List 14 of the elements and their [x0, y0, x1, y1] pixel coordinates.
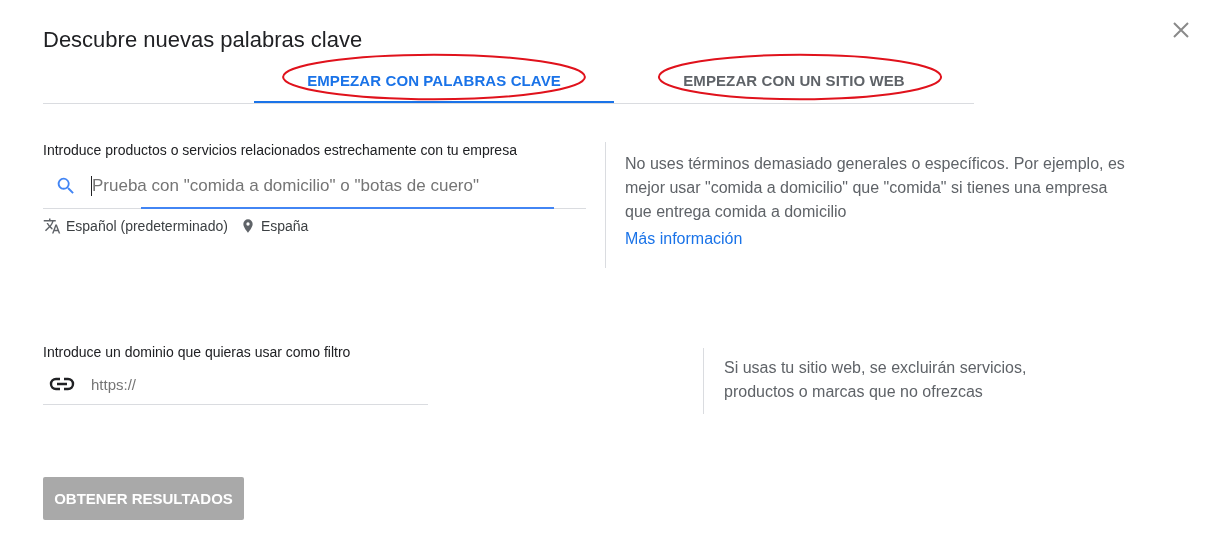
- field-label: Introduce productos o servicios relacionados estrechamente con tu empresa: [43, 142, 518, 158]
- location-label[interactable]: España: [260, 218, 309, 234]
- tab[interactable]: EMPEZAR CON UN SITIO WEB: [614, 59, 974, 103]
- hint-text: Si usas tu sitio web, se excluirán servicios, productos o marcas que no ofrezcas: [724, 358, 1028, 402]
- search-icon: [55, 175, 77, 197]
- dialog-title: Descubre nuevas palabras clave: [43, 27, 363, 53]
- close-icon[interactable]: [1172, 21, 1190, 39]
- link-icon: [49, 377, 75, 391]
- hint-text: No uses términos demasiado generales o específicos. Por ejemplo, es mejor usar "comida a domicilio" que "comida" si tienes una empresa que entrega comida a domicilio: [625, 154, 1126, 222]
- field-label: Introduce un dominio que quieras usar como filtro: [43, 344, 352, 360]
- more-info-link[interactable]: Más información: [625, 230, 743, 248]
- language-label[interactable]: Español (predeterminado): [66, 218, 228, 234]
- translate-icon: [43, 217, 61, 235]
- tab[interactable]: EMPEZAR CON PALABRAS CLAVE: [254, 59, 614, 103]
